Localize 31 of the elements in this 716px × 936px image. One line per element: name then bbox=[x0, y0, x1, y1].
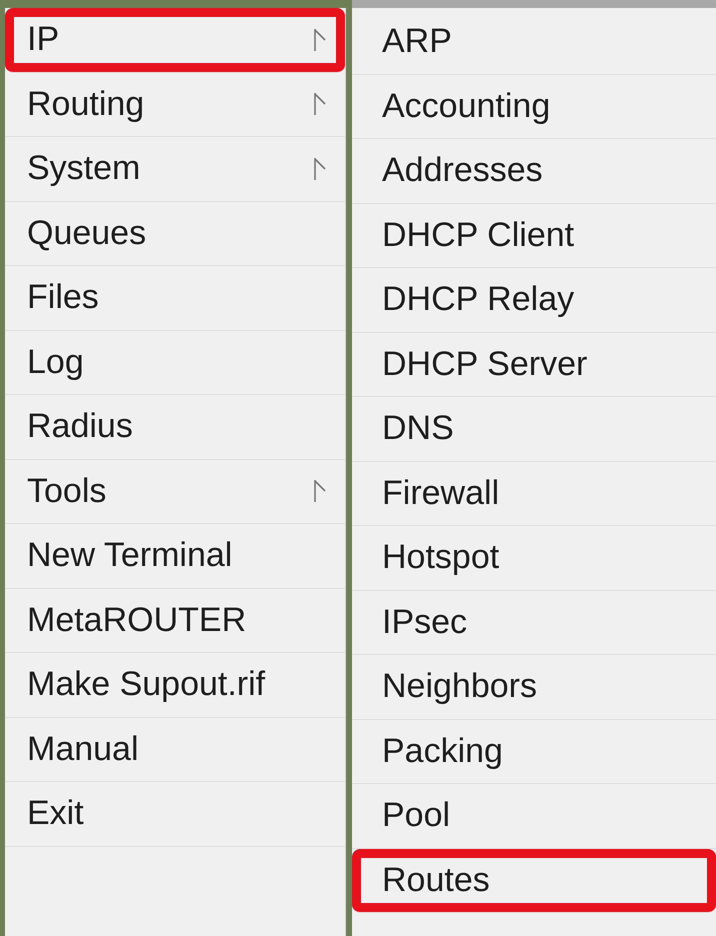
submenu-item[interactable]: Accounting bbox=[352, 74, 716, 139]
submenu-item[interactable]: DHCP Server bbox=[352, 332, 716, 397]
submenu-item[interactable]: DHCP Relay bbox=[352, 268, 716, 332]
submenu-item[interactable]: Addresses bbox=[352, 139, 716, 204]
submenu-item[interactable]: IPsec bbox=[352, 590, 716, 655]
submenu-arrow-icon bbox=[313, 156, 327, 181]
menu-item[interactable]: Log bbox=[5, 330, 345, 395]
menu-item[interactable]: Routing bbox=[5, 72, 345, 137]
menu-item[interactable]: Files bbox=[5, 266, 345, 330]
submenu-item[interactable]: Routes bbox=[352, 848, 716, 913]
submenu-arrow-icon bbox=[313, 92, 327, 116]
submenu-item[interactable]: Pool bbox=[352, 784, 716, 848]
menu-item[interactable]: Make Supout.rif bbox=[5, 653, 345, 718]
submenu-item[interactable]: DHCP Client bbox=[352, 204, 716, 268]
submenu-item[interactable]: Neighbors bbox=[352, 655, 716, 720]
submenu-item[interactable]: Firewall bbox=[352, 462, 716, 526]
menu-item[interactable]: Radius bbox=[5, 395, 345, 460]
submenu-arrow-icon bbox=[313, 479, 327, 504]
menu-item[interactable]: Exit bbox=[5, 782, 345, 846]
menu-item[interactable]: New Terminal bbox=[5, 524, 345, 588]
menu-item[interactable]: IP bbox=[5, 8, 345, 72]
menu-item[interactable]: MetaROUTER bbox=[5, 588, 345, 653]
submenu-arrow-icon bbox=[313, 28, 327, 52]
menu-item[interactable]: Manual bbox=[5, 718, 345, 782]
menu-item[interactable]: System bbox=[5, 137, 345, 202]
menu-item[interactable]: Tools bbox=[5, 460, 345, 524]
menu-item[interactable]: Queues bbox=[5, 202, 345, 266]
submenu-item[interactable]: DNS bbox=[352, 397, 716, 462]
submenu-item[interactable]: Packing bbox=[352, 720, 716, 784]
submenu-item[interactable]: Hotspot bbox=[352, 526, 716, 590]
submenu-item[interactable]: ARP bbox=[352, 10, 716, 74]
